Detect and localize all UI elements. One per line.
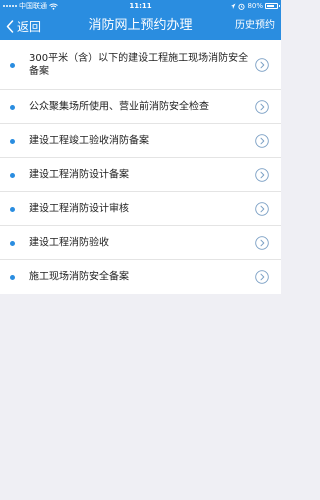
chevron-right-icon bbox=[255, 99, 269, 114]
list-item[interactable]: 建设工程竣工验收消防备案 bbox=[0, 124, 281, 158]
chevron-right-icon bbox=[255, 167, 269, 182]
battery-icon bbox=[265, 3, 280, 9]
bullet-dot bbox=[10, 240, 15, 246]
item-label: 施工现场消防安全备案 bbox=[29, 271, 129, 283]
item-label: 300平米（含）以下的建设工程施工现场消防安全备案 bbox=[29, 52, 249, 77]
back-button[interactable]: 返回 bbox=[6, 12, 41, 40]
battery-fill bbox=[267, 5, 274, 7]
screen: 中国联通 11:11 80% 返回 消防网上预约办理 历史预约 300平米（含）… bbox=[0, 0, 281, 500]
history-button[interactable]: 历史预约 bbox=[235, 12, 275, 40]
back-label: 返回 bbox=[17, 19, 42, 34]
item-label: 建设工程消防验收 bbox=[29, 237, 109, 248]
list-item[interactable]: 300平米（含）以下的建设工程施工现场消防安全备案 bbox=[0, 40, 281, 90]
service-list: 300平米（含）以下的建设工程施工现场消防安全备案 公众聚集场所使用、营业前消防… bbox=[0, 40, 281, 294]
item-label: 建设工程竣工验收消防备案 bbox=[29, 135, 149, 146]
alarm-icon bbox=[238, 3, 245, 10]
list-item[interactable]: 施工现场消防安全备案 bbox=[0, 260, 281, 294]
bullet-dot bbox=[10, 138, 15, 144]
chevron-right-icon bbox=[255, 201, 269, 216]
list-item[interactable]: 公众聚集场所使用、营业前消防安全检查 bbox=[0, 90, 281, 124]
chevron-left-icon bbox=[6, 19, 14, 33]
status-right: 80% bbox=[230, 0, 280, 12]
chevron-right-icon bbox=[255, 133, 269, 148]
list-item[interactable]: 建设工程消防验收 bbox=[0, 226, 281, 260]
chevron-right-icon bbox=[255, 235, 269, 250]
navigation-bar: 返回 消防网上预约办理 历史预约 bbox=[0, 12, 281, 40]
list-item[interactable]: 建设工程消防设计备案 bbox=[0, 158, 281, 192]
bullet-dot bbox=[10, 206, 15, 212]
status-bar: 中国联通 11:11 80% bbox=[0, 0, 281, 12]
battery-percent: 80% bbox=[247, 2, 263, 10]
list-item[interactable]: 建设工程消防设计审核 bbox=[0, 192, 281, 226]
bullet-dot bbox=[10, 172, 15, 178]
location-icon bbox=[231, 3, 236, 9]
item-label: 建设工程消防设计审核 bbox=[29, 203, 129, 214]
item-label: 建设工程消防设计备案 bbox=[29, 169, 129, 180]
item-label: 公众聚集场所使用、营业前消防安全检查 bbox=[29, 101, 209, 112]
bullet-dot bbox=[10, 275, 15, 280]
bullet-dot bbox=[10, 104, 15, 110]
battery-tip bbox=[279, 5, 280, 7]
bullet-dot bbox=[10, 62, 15, 68]
chevron-right-icon bbox=[255, 270, 269, 284]
chevron-right-icon bbox=[255, 57, 269, 72]
